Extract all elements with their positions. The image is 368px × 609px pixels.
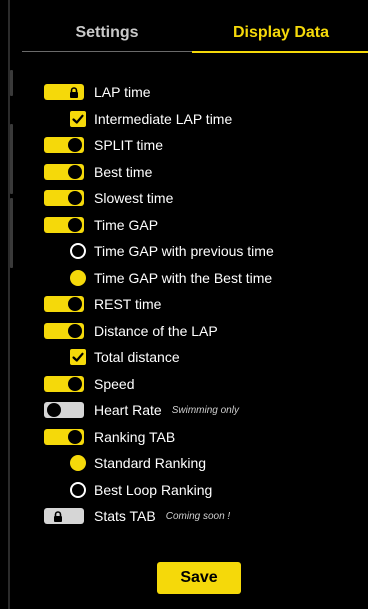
app-screen: Settings Display Data LAP time Intermedia…: [8, 0, 368, 609]
checkbox[interactable]: [70, 110, 86, 127]
toggle-row[interactable]: LAP time: [44, 80, 151, 104]
radio-button[interactable]: [70, 243, 86, 259]
radio-button[interactable]: [70, 269, 86, 286]
edge-mark: [10, 124, 13, 194]
tab-display-data[interactable]: Display Data: [192, 18, 368, 53]
toggle-switch[interactable]: [44, 190, 84, 206]
toggle-row[interactable]: Time GAP: [44, 213, 158, 237]
radio-row[interactable]: Standard Ranking: [44, 451, 206, 475]
option-label: Time GAP with previous time: [94, 243, 274, 259]
checkbox-row[interactable]: Total distance: [44, 345, 180, 369]
toggle-switch[interactable]: [44, 216, 84, 233]
toggle-switch[interactable]: [44, 375, 84, 392]
toggle-row[interactable]: Distance of the LAP: [44, 319, 218, 343]
toggle-knob: [68, 376, 82, 391]
lock-icon: [52, 510, 64, 522]
radio-row[interactable]: Best Loop Ranking: [44, 478, 212, 502]
toggle-row[interactable]: Stats TAB Coming soon !: [44, 504, 230, 528]
toggle-knob: [68, 217, 82, 232]
toggle-knob: [68, 323, 82, 338]
option-label: SPLIT time: [94, 137, 163, 153]
toggle-row[interactable]: Speed: [44, 372, 134, 396]
toggle-row[interactable]: Slowest time: [44, 186, 173, 210]
toggle-switch[interactable]: [44, 402, 84, 418]
tab-settings[interactable]: Settings: [22, 18, 192, 52]
toggle-row[interactable]: REST time: [44, 292, 161, 316]
edge-mark: [10, 70, 13, 96]
option-label: Time GAP: [94, 216, 159, 233]
lock-icon: [68, 86, 80, 98]
option-label: Standard Ranking: [94, 455, 207, 471]
option-label: Intermediate LAP time: [94, 110, 233, 127]
toggle-knob: [47, 403, 61, 417]
toggle-knob: [68, 164, 82, 179]
toggle-switch[interactable]: [44, 137, 84, 153]
toggle-switch[interactable]: [44, 296, 84, 312]
option-label: Ranking TAB: [94, 428, 176, 445]
toggle-switch[interactable]: [44, 163, 84, 180]
radio-row[interactable]: Time GAP with the Best time: [44, 266, 272, 290]
option-label: Best Loop Ranking: [94, 481, 213, 498]
option-label: Heart Rate: [94, 402, 162, 418]
toggle-switch[interactable]: [44, 428, 84, 445]
checkbox-row[interactable]: Intermediate LAP time: [44, 107, 232, 131]
checkbox[interactable]: [70, 349, 86, 365]
option-label: Total distance: [94, 349, 180, 365]
toggle-row[interactable]: SPLIT time: [44, 133, 163, 157]
radio-row[interactable]: Time GAP with previous time: [44, 239, 274, 263]
toggle-knob: [68, 138, 82, 152]
toggle-row[interactable]: Best time: [44, 160, 152, 184]
option-label: Slowest time: [94, 190, 174, 206]
toggle-switch[interactable]: [44, 84, 84, 100]
option-label: Speed: [94, 375, 135, 392]
option-label: LAP time: [94, 84, 151, 100]
toggle-knob: [68, 191, 82, 205]
edge-mark: [10, 198, 13, 268]
option-note: Coming soon !: [165, 510, 231, 522]
option-label: Best time: [94, 163, 153, 180]
option-label: Stats TAB: [94, 508, 156, 524]
radio-button[interactable]: [70, 481, 86, 498]
tab-bar: Settings Display Data: [22, 18, 368, 54]
option-label: Distance of the LAP: [94, 322, 218, 339]
toggle-switch[interactable]: [44, 508, 84, 524]
option-note: Swimming only: [171, 404, 239, 416]
option-label: Time GAP with the Best time: [94, 269, 273, 286]
toggle-row[interactable]: Ranking TAB: [44, 425, 175, 449]
toggle-knob: [68, 429, 82, 444]
option-label: REST time: [94, 296, 162, 312]
toggle-switch[interactable]: [44, 322, 84, 339]
save-button[interactable]: Save: [157, 562, 241, 594]
toggle-row[interactable]: Heart Rate Swimming only: [44, 398, 239, 422]
radio-button[interactable]: [70, 455, 86, 471]
toggle-knob: [68, 297, 82, 311]
